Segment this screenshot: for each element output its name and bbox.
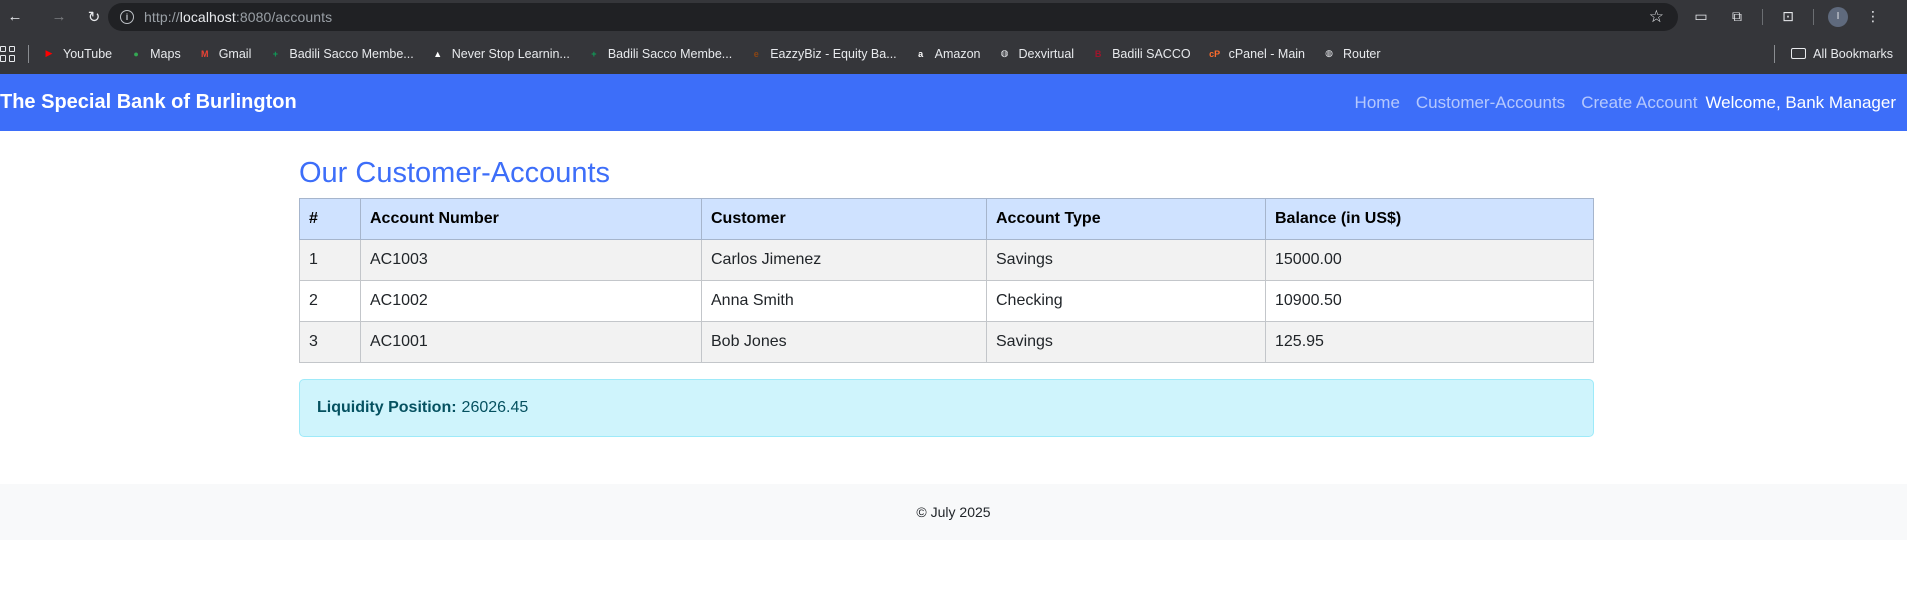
- bookmarks-divider: [1774, 44, 1776, 63]
- table-row: 1 AC1003 Carlos Jimenez Savings 15000.00: [299, 239, 1594, 281]
- bookmark-label: EazzyBiz - Equity Ba...: [770, 46, 897, 61]
- bookmark-label: Maps: [150, 46, 181, 61]
- site-info-icon[interactable]: i: [120, 10, 134, 24]
- brand-link[interactable]: The Special Bank of Burlington: [0, 91, 297, 114]
- all-bookmarks-label: All Bookmarks: [1813, 46, 1893, 61]
- bookmark-star-icon[interactable]: ☆: [1649, 7, 1664, 27]
- bookmark-item[interactable]: cP cPanel - Main: [1207, 46, 1305, 62]
- bookmark-item[interactable]: ▶ YouTube: [41, 46, 113, 62]
- folder-icon: [1791, 48, 1807, 59]
- extensions-icon[interactable]: ⧉: [1726, 6, 1748, 28]
- cell-account-type: Checking: [986, 280, 1266, 322]
- bookmark-item[interactable]: a Amazon: [913, 46, 981, 62]
- equity-icon: e: [753, 48, 759, 59]
- cell-account-number: AC1001: [360, 321, 702, 363]
- globe-icon: ◍: [1325, 48, 1333, 58]
- sacco-icon: B: [1094, 48, 1102, 59]
- cell-account-type: Savings: [986, 321, 1266, 363]
- bookmark-item[interactable]: e EazzyBiz - Equity Ba...: [748, 46, 897, 62]
- bookmark-label: Gmail: [218, 46, 252, 61]
- bookmark-item[interactable]: ● Maps: [128, 46, 181, 62]
- apps-grid-icon[interactable]: [0, 45, 16, 62]
- bookmark-label: Badili Sacco Membe...: [289, 46, 414, 61]
- header-customer: Customer: [701, 198, 987, 240]
- toolbar-divider: [1813, 8, 1814, 25]
- main-content: Our Customer-Accounts # Account Number C…: [299, 155, 1594, 437]
- youtube-icon: ▶: [45, 48, 53, 58]
- bookmark-label: Badili SACCO: [1112, 46, 1191, 61]
- welcome-text: Welcome, Bank Manager: [1705, 92, 1896, 112]
- toolbar-actions: ▭ ⧉ ⊡ I ⋮: [1690, 0, 1884, 33]
- bookmark-label: Dexvirtual: [1018, 46, 1075, 61]
- bookmark-item[interactable]: M Gmail: [197, 46, 252, 62]
- browser-toolbar: ← → ↻ i http://localhost:8080/accounts ☆…: [0, 0, 1907, 33]
- cell-balance: 10900.50: [1265, 280, 1594, 322]
- cell-customer: Anna Smith: [701, 280, 987, 322]
- header-number: #: [299, 198, 361, 240]
- globe-icon: ◍: [1000, 48, 1009, 58]
- table-header-row: # Account Number Customer Account Type B…: [299, 198, 1594, 240]
- all-bookmarks-button[interactable]: All Bookmarks: [1774, 33, 1893, 74]
- forward-icon[interactable]: →: [44, 2, 74, 32]
- cell-number: 2: [299, 280, 361, 322]
- reload-icon[interactable]: ↻: [79, 2, 109, 32]
- sheets-icon: +: [591, 48, 597, 59]
- profile-avatar[interactable]: I: [1828, 6, 1848, 27]
- table-row: 3 AC1001 Bob Jones Savings 125.95: [299, 321, 1594, 363]
- cell-customer: Bob Jones: [701, 321, 987, 363]
- table-row: 2 AC1002 Anna Smith Checking 10900.50: [299, 280, 1594, 322]
- liquidity-value: 26026.45: [461, 399, 529, 416]
- bookmark-item[interactable]: B Badili SACCO: [1090, 46, 1191, 62]
- cell-balance: 15000.00: [1265, 239, 1594, 281]
- toolbar-divider: [1762, 8, 1763, 25]
- liquidity-label: Liquidity Position:: [317, 399, 457, 416]
- back-icon[interactable]: ←: [0, 2, 30, 32]
- page-title: Our Customer-Accounts: [299, 157, 611, 189]
- cell-balance: 125.95: [1265, 321, 1594, 363]
- bookmark-list: ▶ YouTube ● Maps M Gmail + Badili Sacco Membe..…: [41, 46, 1397, 62]
- nav-links: Home Customer-Accounts Create Account We…: [1339, 74, 1896, 131]
- cell-account-type: Savings: [986, 239, 1266, 281]
- bookmarks-divider: [28, 44, 29, 63]
- bookmark-label: Router: [1343, 46, 1381, 61]
- cell-number: 1: [299, 239, 361, 281]
- bookmark-label: cPanel - Main: [1228, 46, 1306, 61]
- bookmark-item[interactable]: + Badili Sacco Membe...: [267, 46, 414, 62]
- footer-text: © July 2025: [916, 504, 991, 520]
- bookmark-item[interactable]: ◍ Router: [1321, 46, 1381, 62]
- bookmark-label: Amazon: [934, 46, 981, 61]
- bookmark-label: Never Stop Learnin...: [451, 46, 570, 61]
- nav-create-account-link[interactable]: Create Account: [1581, 93, 1697, 113]
- bookmark-label: Badili Sacco Membe...: [607, 46, 733, 61]
- accounts-table: # Account Number Customer Account Type B…: [299, 198, 1594, 363]
- screen-search-icon[interactable]: ⊡: [1777, 6, 1799, 28]
- amazon-icon: a: [918, 48, 924, 59]
- bookmark-label: YouTube: [63, 46, 113, 61]
- page-footer: © July 2025: [0, 484, 1907, 540]
- triangle-logo-icon: ▲: [433, 48, 443, 59]
- header-account-type: Account Type: [986, 198, 1266, 240]
- header-balance: Balance (in US$): [1265, 198, 1594, 240]
- app-navbar: The Special Bank of Burlington Home Cust…: [0, 74, 1907, 131]
- sheets-icon: +: [272, 48, 278, 59]
- gmail-icon: M: [200, 48, 209, 59]
- bookmarks-bar: ▶ YouTube ● Maps M Gmail + Badili Sacco Membe..…: [0, 33, 1907, 74]
- tab-search-icon[interactable]: ▭: [1690, 6, 1712, 28]
- maps-icon: ●: [133, 48, 139, 59]
- address-bar[interactable]: i http://localhost:8080/accounts ☆: [108, 3, 1678, 31]
- cell-account-number: AC1002: [360, 280, 702, 322]
- menu-kebab-icon[interactable]: ⋮: [1862, 6, 1884, 28]
- bookmark-item[interactable]: + Badili Sacco Membe...: [586, 46, 732, 62]
- nav-customer-accounts-link[interactable]: Customer-Accounts: [1416, 93, 1565, 113]
- cpanel-icon: cP: [1209, 48, 1221, 59]
- bookmark-item[interactable]: ◍ Dexvirtual: [997, 46, 1075, 62]
- liquidity-alert: Liquidity Position: 26026.45: [299, 379, 1594, 437]
- bookmark-item[interactable]: ▲ Never Stop Learnin...: [430, 46, 570, 62]
- url-text[interactable]: http://localhost:8080/accounts: [144, 9, 332, 25]
- header-account-number: Account Number: [360, 198, 702, 240]
- nav-home-link[interactable]: Home: [1355, 93, 1400, 113]
- cell-customer: Carlos Jimenez: [701, 239, 987, 281]
- cell-number: 3: [299, 321, 361, 363]
- cell-account-number: AC1003: [360, 239, 702, 281]
